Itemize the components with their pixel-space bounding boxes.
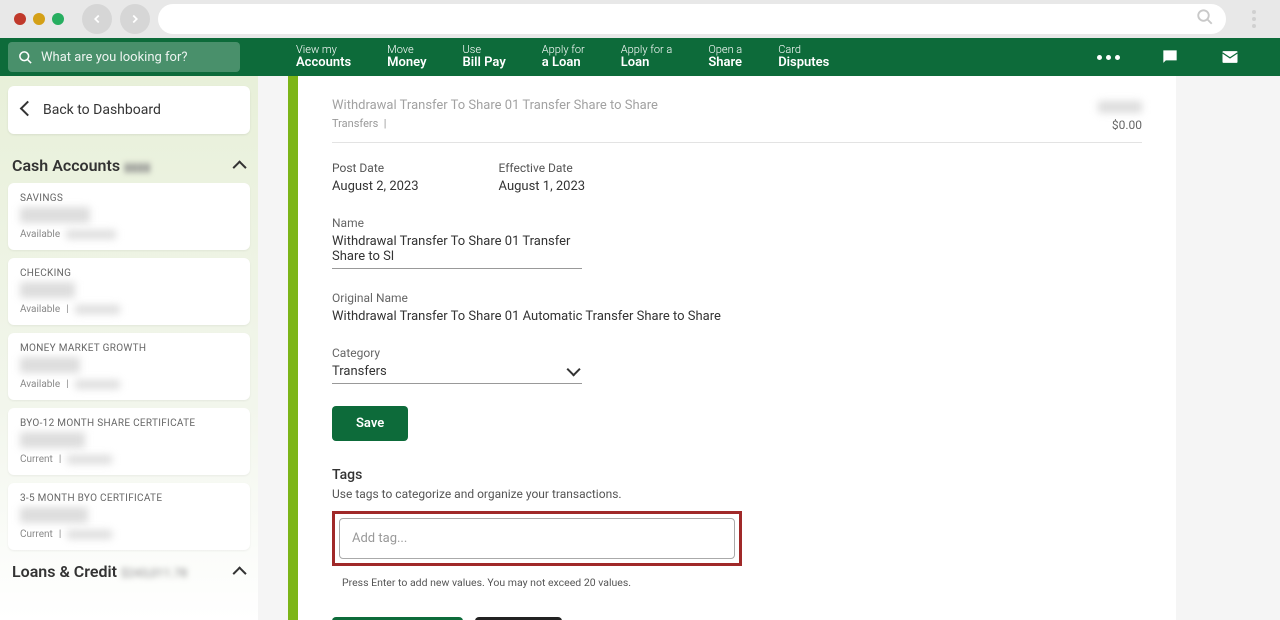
save-button[interactable]: Save (332, 406, 408, 441)
name-field: Name Withdrawal Transfer To Share 01 Tra… (332, 216, 1142, 269)
account-card-checking[interactable]: CHECKING Available| (8, 258, 250, 325)
account-card-savings[interactable]: SAVINGS Available (8, 183, 250, 250)
account-card-money-market[interactable]: MONEY MARKET GROWTH Available| (8, 333, 250, 400)
tags-section: Tags Use tags to categorize and organize… (332, 467, 1142, 589)
browser-chrome (0, 0, 1280, 38)
green-strip (288, 76, 298, 620)
original-name-field: Original Name Withdrawal Transfer To Sha… (332, 291, 1142, 324)
dates-row: Post Date August 2, 2023 Effective Date … (332, 161, 1142, 194)
original-name-value: Withdrawal Transfer To Share 01 Automati… (332, 309, 1142, 324)
transaction-title: Withdrawal Transfer To Share 01 Transfer… (332, 98, 658, 113)
nav-item-open-share[interactable]: Open a Share (690, 38, 760, 76)
tags-note: Press Enter to add new values. You may n… (342, 576, 1142, 589)
window-maximize-icon[interactable] (52, 13, 64, 25)
tags-input[interactable] (339, 518, 735, 559)
nav-item-move-money[interactable]: Move Money (369, 38, 444, 76)
nav-item-bill-pay[interactable]: Use Bill Pay (445, 38, 524, 76)
tags-helper: Use tags to categorize and organize your… (332, 487, 1142, 501)
account-card-byo35[interactable]: 3-5 MONTH BYO CERTIFICATE Current| (8, 483, 250, 550)
nav-items: View my Accounts Move Money Use Bill Pay… (246, 38, 1097, 76)
nav-item-disputes[interactable]: Card Disputes (760, 38, 847, 76)
global-search-input[interactable] (41, 50, 230, 65)
chevron-up-icon (236, 562, 246, 581)
browser-url-bar[interactable] (158, 4, 1226, 34)
back-to-dashboard-button[interactable]: Back to Dashboard (8, 86, 250, 134)
nav-item-loan[interactable]: Apply for a Loan (603, 38, 691, 76)
nav-item-a-loan[interactable]: Apply for a Loan (524, 38, 603, 76)
nav-item-accounts[interactable]: View my Accounts (278, 38, 369, 76)
chevron-up-icon (236, 156, 246, 175)
transaction-detail-panel: Withdrawal Transfer To Share 01 Transfer… (298, 76, 1176, 620)
balance-after: $0.00 (1098, 118, 1142, 132)
arrow-left-icon (22, 102, 33, 118)
browser-back-button[interactable] (82, 4, 112, 34)
name-input[interactable]: Withdrawal Transfer To Share 01 Transfer… (332, 234, 582, 269)
transaction-meta: Transfers | (332, 117, 658, 130)
chevron-down-icon (570, 361, 580, 377)
search-icon (1196, 8, 1214, 30)
top-nav: View my Accounts Move Money Use Bill Pay… (0, 38, 1280, 76)
tags-highlight-wrap (332, 511, 742, 566)
sidebar-section-loans[interactable]: Loans & Credit $243,011.78 (8, 562, 250, 589)
post-date-block: Post Date August 2, 2023 (332, 161, 419, 194)
chat-icon[interactable] (1160, 47, 1180, 67)
back-label: Back to Dashboard (43, 102, 161, 118)
category-select[interactable]: Transfers (332, 364, 582, 384)
category-field: Category Transfers (332, 346, 1142, 384)
main-area: Wednesday, Aug 02 Withdrawal Transfer To… (258, 76, 1280, 620)
search-icon (18, 50, 33, 65)
sidebar: Back to Dashboard Cash Accounts ▮▮▮▮ SAV… (0, 76, 258, 620)
mail-icon[interactable] (1220, 47, 1240, 67)
sidebar-section-cash[interactable]: Cash Accounts ▮▮▮▮ (8, 156, 250, 183)
account-card-byo12[interactable]: BYO-12 MONTH SHARE CERTIFICATE Current| (8, 408, 250, 475)
tags-title: Tags (332, 467, 1142, 483)
browser-forward-button[interactable] (120, 4, 150, 34)
browser-menu-button[interactable] (1242, 10, 1266, 28)
global-search[interactable] (8, 42, 240, 72)
nav-line2: Accounts (296, 56, 351, 70)
nav-right (1097, 38, 1280, 76)
effective-date-block: Effective Date August 1, 2023 (499, 161, 586, 194)
more-menu-icon[interactable] (1097, 55, 1120, 60)
window-traffic-lights (14, 13, 64, 25)
window-close-icon[interactable] (14, 13, 26, 25)
transaction-header: Withdrawal Transfer To Share 01 Transfer… (332, 98, 1142, 143)
window-minimize-icon[interactable] (33, 13, 45, 25)
